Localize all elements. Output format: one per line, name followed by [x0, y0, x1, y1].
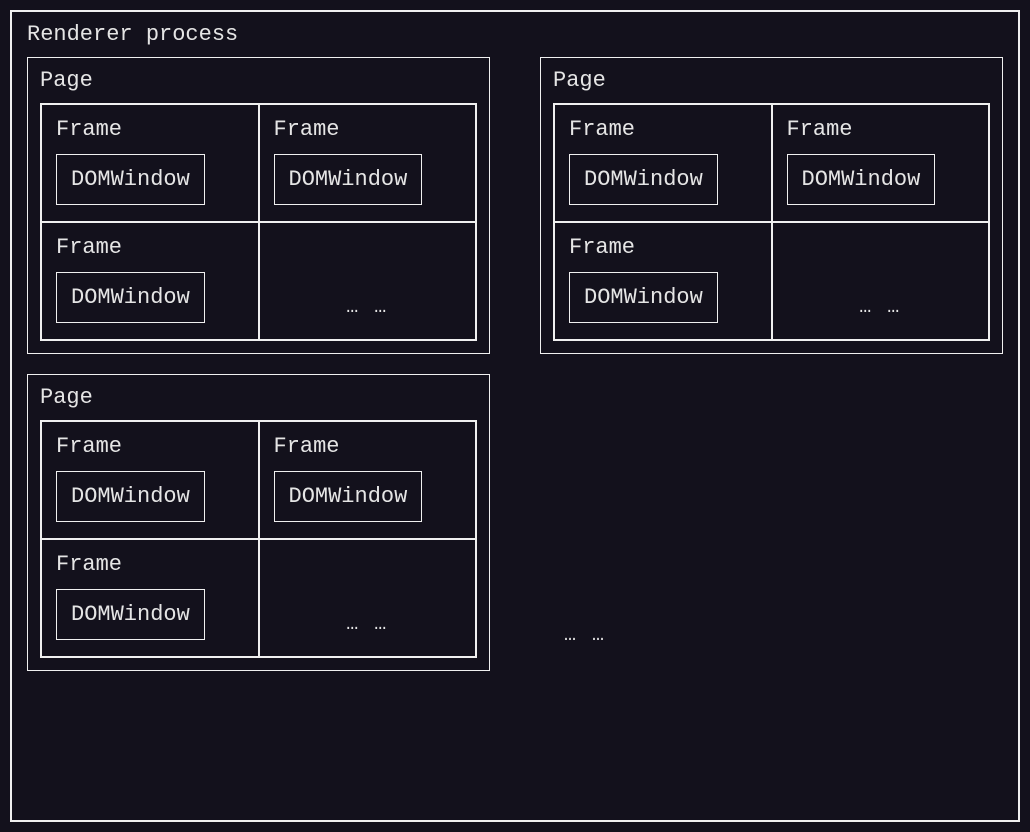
domwindow-label: DOMWindow [289, 484, 408, 509]
frame-cell: Frame DOMWindow [772, 104, 990, 222]
frame-ellipsis-cell: … … [259, 222, 477, 340]
domwindow-box: DOMWindow [56, 272, 205, 323]
frame-cell: Frame DOMWindow [41, 539, 259, 657]
domwindow-label: DOMWindow [71, 484, 190, 509]
frame-label: Frame [274, 434, 462, 459]
frame-label: Frame [56, 552, 244, 577]
frames-grid: Frame DOMWindow Frame DOMWindow Frame DO… [40, 103, 477, 341]
frame-cell: Frame DOMWindow [41, 104, 259, 222]
domwindow-box: DOMWindow [56, 471, 205, 522]
page-label: Page [40, 68, 477, 93]
frame-cell: Frame DOMWindow [259, 104, 477, 222]
page-ellipsis-cell: … … [540, 374, 1003, 671]
domwindow-label: DOMWindow [584, 285, 703, 310]
domwindow-box: DOMWindow [274, 471, 423, 522]
frame-cell: Frame DOMWindow [554, 222, 772, 340]
domwindow-label: DOMWindow [802, 167, 921, 192]
domwindow-label: DOMWindow [289, 167, 408, 192]
page-label: Page [553, 68, 990, 93]
page-box: Page Frame DOMWindow Frame DOMWindow Fra… [27, 374, 490, 671]
pages-grid: Page Frame DOMWindow Frame DOMWindow Fra… [27, 57, 1003, 671]
frame-label: Frame [56, 235, 244, 260]
ellipsis-label: … … [564, 624, 606, 647]
frame-ellipsis-cell: … … [259, 539, 477, 657]
domwindow-box: DOMWindow [787, 154, 936, 205]
frame-label: Frame [274, 117, 462, 142]
domwindow-label: DOMWindow [71, 285, 190, 310]
frames-grid: Frame DOMWindow Frame DOMWindow Frame DO… [553, 103, 990, 341]
frame-cell: Frame DOMWindow [554, 104, 772, 222]
renderer-process-label: Renderer process [27, 22, 1003, 47]
frame-cell: Frame DOMWindow [259, 421, 477, 539]
page-label: Page [40, 385, 477, 410]
domwindow-label: DOMWindow [71, 167, 190, 192]
ellipsis-label: … … [346, 613, 388, 636]
domwindow-box: DOMWindow [569, 154, 718, 205]
ellipsis-label: … … [346, 296, 388, 319]
frame-cell: Frame DOMWindow [41, 421, 259, 539]
domwindow-box: DOMWindow [56, 154, 205, 205]
frame-label: Frame [569, 117, 757, 142]
frame-label: Frame [56, 117, 244, 142]
frame-label: Frame [787, 117, 975, 142]
domwindow-label: DOMWindow [71, 602, 190, 627]
frame-ellipsis-cell: … … [772, 222, 990, 340]
frame-label: Frame [56, 434, 244, 459]
domwindow-box: DOMWindow [56, 589, 205, 640]
frames-grid: Frame DOMWindow Frame DOMWindow Frame DO… [40, 420, 477, 658]
renderer-process-box: Renderer process Page Frame DOMWindow Fr… [10, 10, 1020, 822]
domwindow-label: DOMWindow [584, 167, 703, 192]
page-box: Page Frame DOMWindow Frame DOMWindow Fra… [540, 57, 1003, 354]
domwindow-box: DOMWindow [274, 154, 423, 205]
ellipsis-label: … … [859, 296, 901, 319]
domwindow-box: DOMWindow [569, 272, 718, 323]
frame-label: Frame [569, 235, 757, 260]
page-box: Page Frame DOMWindow Frame DOMWindow Fra… [27, 57, 490, 354]
frame-cell: Frame DOMWindow [41, 222, 259, 340]
